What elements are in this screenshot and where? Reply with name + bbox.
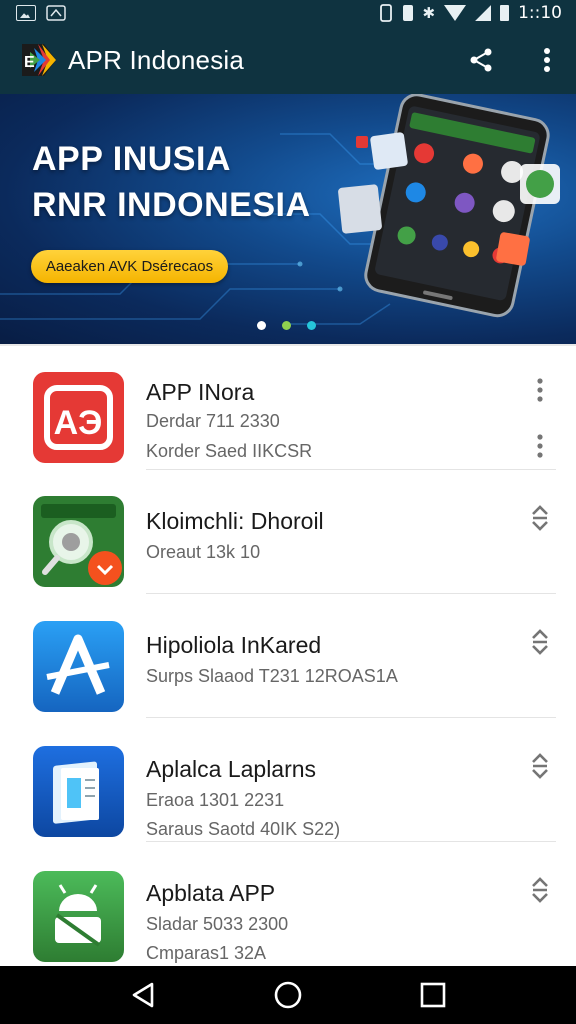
status-time: 1::10 [518,3,562,23]
expand-icon [532,629,548,655]
app-title: Apblata APP [146,880,276,906]
app-meta: Cmparas1 32A [146,943,267,963]
expand-button[interactable] [526,876,554,904]
list-item[interactable]: AЭ APP INora Derdar 711 2330 Korder Saed… [0,346,576,470]
list-item[interactable]: Hipoliola InKared Surps Slaaod T231 12RO… [0,594,576,718]
list-item[interactable]: Aplalca Laplarns Eraoa 1301 2231 Saraus … [0,718,576,842]
system-nav-bar [0,966,576,1024]
recents-button[interactable] [413,975,453,1015]
search-icon [33,496,124,587]
svg-text:E: E [24,54,35,71]
app-subtitle: Sladar 5033 2300 [146,914,289,934]
expand-button[interactable] [526,752,554,780]
home-icon [274,981,302,1009]
app-logo-icon: E [22,44,56,76]
app-title: Hipoliola InKared [146,632,322,658]
download-icon [46,5,66,21]
share-icon [470,48,492,72]
bluetooth-icon: ✱ [422,4,436,22]
overflow-menu-button[interactable] [532,45,562,75]
banner-cta-button[interactable]: Aaeaken AVK Dsérecaos [31,250,228,283]
app-logo-icon: AЭ [33,372,124,463]
list-item[interactable]: Apblata APP Sladar 5033 2300 Cmparas1 32… [0,842,576,966]
share-button[interactable] [466,45,496,75]
app-title: APP INora [146,379,255,405]
document-icon [33,746,124,837]
pagination-dot-3[interactable] [307,321,316,330]
signal-icon [475,5,492,21]
expand-icon [532,877,548,903]
promo-banner[interactable]: APP INUSIA RNR INDONESIA Aaeaken AVK Dsé… [0,94,576,344]
back-icon [132,982,153,1008]
vibrate-icon [379,4,392,22]
battery-icon [500,5,510,21]
status-bar: ✱ 1::10 [0,0,576,26]
app-title: Aplalca Laplarns [146,756,317,782]
banner-pagination[interactable] [257,321,316,330]
android-icon [33,871,124,962]
list-item[interactable]: Kloimchli: Dhoroil Oreaut 13k 10 [0,470,576,594]
recents-icon [421,982,446,1008]
expand-button[interactable] [526,504,554,532]
wifi-icon [444,5,467,21]
home-button[interactable] [268,975,308,1015]
more-vert-icon [537,378,543,402]
expand-button[interactable] [526,628,554,656]
banner-headline-2: RNR INDONESIA [32,186,311,224]
back-button[interactable] [123,975,163,1015]
image-icon [16,5,36,21]
app-title: Kloimchli: Dhoroil [146,508,324,534]
expand-icon [532,753,548,779]
app-subtitle: Oreaut 13k 10 [146,542,261,562]
sim-icon [402,5,413,21]
app-meta: Saraus Saotd 40IK S22) [146,819,341,839]
more-vert-icon [544,48,550,72]
more-vert-icon [537,434,543,458]
pagination-dot-1[interactable] [257,321,266,330]
svg-text:AЭ: AЭ [54,404,103,442]
app-list: AЭ APP INora Derdar 711 2330 Korder Saed… [0,344,576,966]
pagination-dot-2[interactable] [282,321,291,330]
banner-headline-1: APP INUSIA [32,140,231,178]
app-subtitle: Eraoa 1301 2231 [146,790,285,810]
app-subtitle: Derdar 711 2330 [146,411,280,431]
expand-icon [532,505,548,531]
more-options-button[interactable] [526,376,554,404]
a-letter-icon [33,621,124,712]
app-bar: E APR Indonesia [0,26,576,94]
more-options-button[interactable] [526,432,554,460]
app-meta: Korder Saed IIKCSR [146,441,313,461]
app-title: APR Indonesia [68,44,245,75]
app-subtitle: Surps Slaaod T231 12ROAS1A [146,666,398,686]
